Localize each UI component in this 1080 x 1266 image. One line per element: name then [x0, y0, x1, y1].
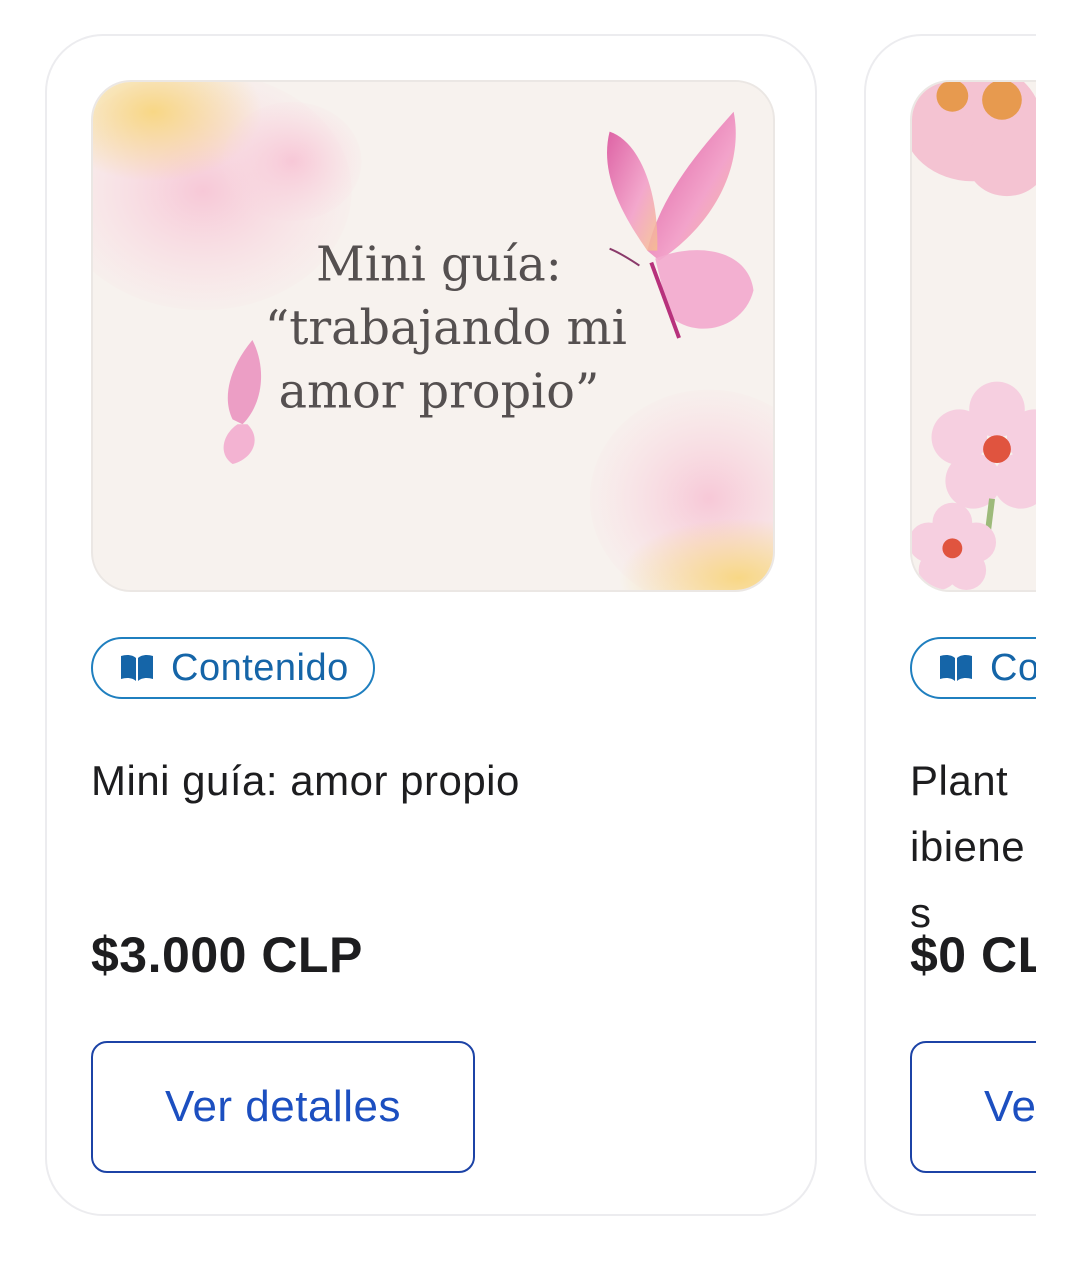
- product-image[interactable]: [910, 80, 1036, 592]
- view-details-button[interactable]: Ver detalles: [91, 1041, 475, 1173]
- view-details-button[interactable]: Ver detalles: [910, 1041, 1036, 1173]
- product-card[interactable]: Mini guía: “trabajando mi amor propio” C…: [45, 34, 817, 1216]
- product-title[interactable]: Mini guía: amor propio: [91, 748, 771, 814]
- cover-line-1: Mini guía:: [316, 237, 562, 292]
- category-badge: Contenido: [910, 637, 1036, 699]
- cover-line-2: “trabajando mi: [265, 301, 627, 356]
- product-cover-art: [912, 82, 1036, 590]
- product-price: $0 CLP: [910, 927, 1036, 983]
- cover-line-3: amor propio”: [279, 364, 600, 419]
- book-icon: [940, 654, 972, 681]
- product-carousel: Mini guía: “trabajando mi amor propio” C…: [0, 0, 1036, 1266]
- product-card[interactable]: Contenido Planti­bienes $0 CLP Ver detal…: [864, 34, 1036, 1216]
- category-badge-label: Contenido: [990, 646, 1036, 689]
- category-badge-label: Contenido: [171, 646, 349, 689]
- product-title[interactable]: Planti­bienes: [910, 748, 1030, 946]
- product-image[interactable]: Mini guía: “trabajando mi amor propio”: [91, 80, 775, 592]
- product-price: $3.000 CLP: [91, 927, 363, 983]
- book-icon: [121, 654, 153, 681]
- category-badge: Contenido: [91, 637, 375, 699]
- product-cover-art: Mini guía: “trabajando mi amor propio”: [93, 82, 773, 590]
